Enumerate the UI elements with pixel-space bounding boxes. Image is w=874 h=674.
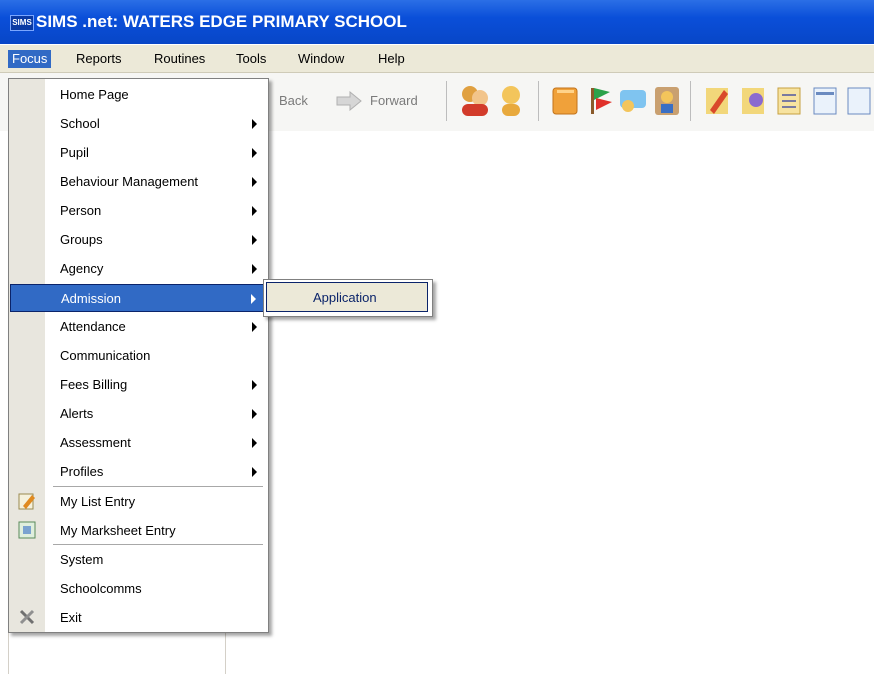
submenu-item-label: Application (313, 290, 377, 305)
marksheet-icon[interactable] (700, 82, 734, 118)
menu-separator (53, 486, 263, 487)
menu-tools[interactable]: Tools (236, 50, 266, 68)
submenu-arrow-icon (252, 119, 257, 129)
menu-item-fees-billing[interactable]: Fees Billing (10, 371, 267, 399)
menu-item-label: Fees Billing (60, 377, 128, 392)
menu-item-label: Behaviour Management (60, 174, 199, 189)
menu-item-label: Attendance (60, 319, 126, 334)
menu-bar: Focus Reports Routines Tools Window Help (0, 45, 874, 73)
toolbar-separator (690, 81, 691, 121)
menu-item-label: My Marksheet Entry (60, 523, 176, 538)
menu-item-label: Schoolcomms (60, 581, 142, 596)
list-entry-icon (18, 493, 35, 510)
forward-button[interactable]: Forward (370, 93, 418, 108)
menu-item-label: Profiles (60, 464, 104, 479)
menu-item-label: Person (60, 203, 102, 218)
menu-item-label: System (60, 552, 104, 567)
menu-item-profiles[interactable]: Profiles (10, 458, 267, 486)
submenu-arrow-icon (252, 177, 257, 187)
menu-item-label: Communication (60, 348, 151, 363)
menu-item-label: School (60, 116, 100, 131)
menu-item-attendance[interactable]: Attendance (10, 313, 267, 341)
communication-icon[interactable] (616, 82, 650, 118)
list-icon[interactable] (772, 82, 806, 118)
submenu-arrow-icon (252, 206, 257, 216)
menu-item-label: My List Entry (60, 494, 136, 509)
toolbar-separator (446, 81, 447, 121)
menu-item-label: Assessment (60, 435, 131, 450)
sims-logo: SIMS (10, 15, 34, 31)
menu-separator (53, 544, 263, 545)
forward-arrow-icon[interactable] (336, 91, 362, 111)
submenu-arrow-icon (252, 409, 257, 419)
menu-item-person[interactable]: Person (10, 197, 267, 225)
back-button[interactable]: Back (279, 93, 308, 108)
menu-item-groups[interactable]: Groups (10, 226, 267, 254)
menu-item-my-list-entry[interactable]: My List Entry (10, 488, 267, 516)
submenu-arrow-icon (252, 322, 257, 332)
menu-item-label: Groups (60, 232, 103, 247)
grid-icon[interactable] (808, 82, 842, 118)
profiles-icon[interactable] (736, 82, 770, 118)
window-title: SIMS .net: WATERS EDGE PRIMARY SCHOOL (36, 12, 407, 31)
flag-icon[interactable] (584, 82, 618, 118)
menu-item-system[interactable]: System (10, 546, 267, 574)
menu-item-assessment[interactable]: Assessment (10, 429, 267, 457)
menu-routines[interactable]: Routines (154, 50, 205, 68)
submenu-item-application[interactable]: Application (266, 282, 428, 312)
exit-icon (19, 609, 35, 625)
submenu-arrow-icon (252, 380, 257, 390)
menu-item-alerts[interactable]: Alerts (10, 400, 267, 428)
submenu-arrow-icon (252, 235, 257, 245)
menu-item-agency[interactable]: Agency (10, 255, 267, 283)
marksheet-entry-icon (18, 521, 36, 539)
submenu-arrow-icon (252, 148, 257, 158)
menu-item-label: Alerts (60, 406, 94, 421)
admission-submenu: Application (263, 279, 433, 317)
menu-window[interactable]: Window (298, 50, 344, 68)
book-icon[interactable] (548, 82, 582, 118)
person-icon[interactable] (494, 82, 528, 118)
menu-help[interactable]: Help (378, 50, 405, 68)
menu-item-behaviour-management[interactable]: Behaviour Management (10, 168, 267, 196)
staff-icon[interactable] (650, 82, 684, 118)
menu-item-admission[interactable]: Admission (10, 284, 267, 312)
submenu-arrow-icon (252, 438, 257, 448)
menu-item-label: Agency (60, 261, 104, 276)
menu-item-school[interactable]: School (10, 110, 267, 138)
menu-item-communication[interactable]: Communication (10, 342, 267, 370)
menu-item-schoolcomms[interactable]: Schoolcomms (10, 575, 267, 603)
menu-reports[interactable]: Reports (76, 50, 122, 68)
menu-item-label: Home Page (60, 87, 129, 102)
submenu-arrow-icon (252, 264, 257, 274)
focus-menu: Home Page School Pupil Behaviour Managem… (8, 78, 269, 633)
pupils-icon[interactable] (458, 82, 492, 118)
menu-item-home-page[interactable]: Home Page (10, 81, 267, 109)
toolbar-separator (538, 81, 539, 121)
menu-focus[interactable]: Focus (8, 50, 52, 68)
menu-item-label: Admission (61, 291, 121, 306)
menu-item-label: Exit (60, 610, 82, 625)
submenu-arrow-icon (251, 294, 256, 304)
more-icon[interactable] (844, 82, 874, 118)
menu-item-exit[interactable]: Exit (10, 604, 267, 632)
menu-item-pupil[interactable]: Pupil (10, 139, 267, 167)
menu-item-label: Pupil (60, 145, 89, 160)
title-bar: SIMS SIMS .net: WATERS EDGE PRIMARY SCHO… (0, 0, 874, 44)
menu-item-my-marksheet-entry[interactable]: My Marksheet Entry (10, 517, 267, 545)
submenu-arrow-icon (252, 467, 257, 477)
